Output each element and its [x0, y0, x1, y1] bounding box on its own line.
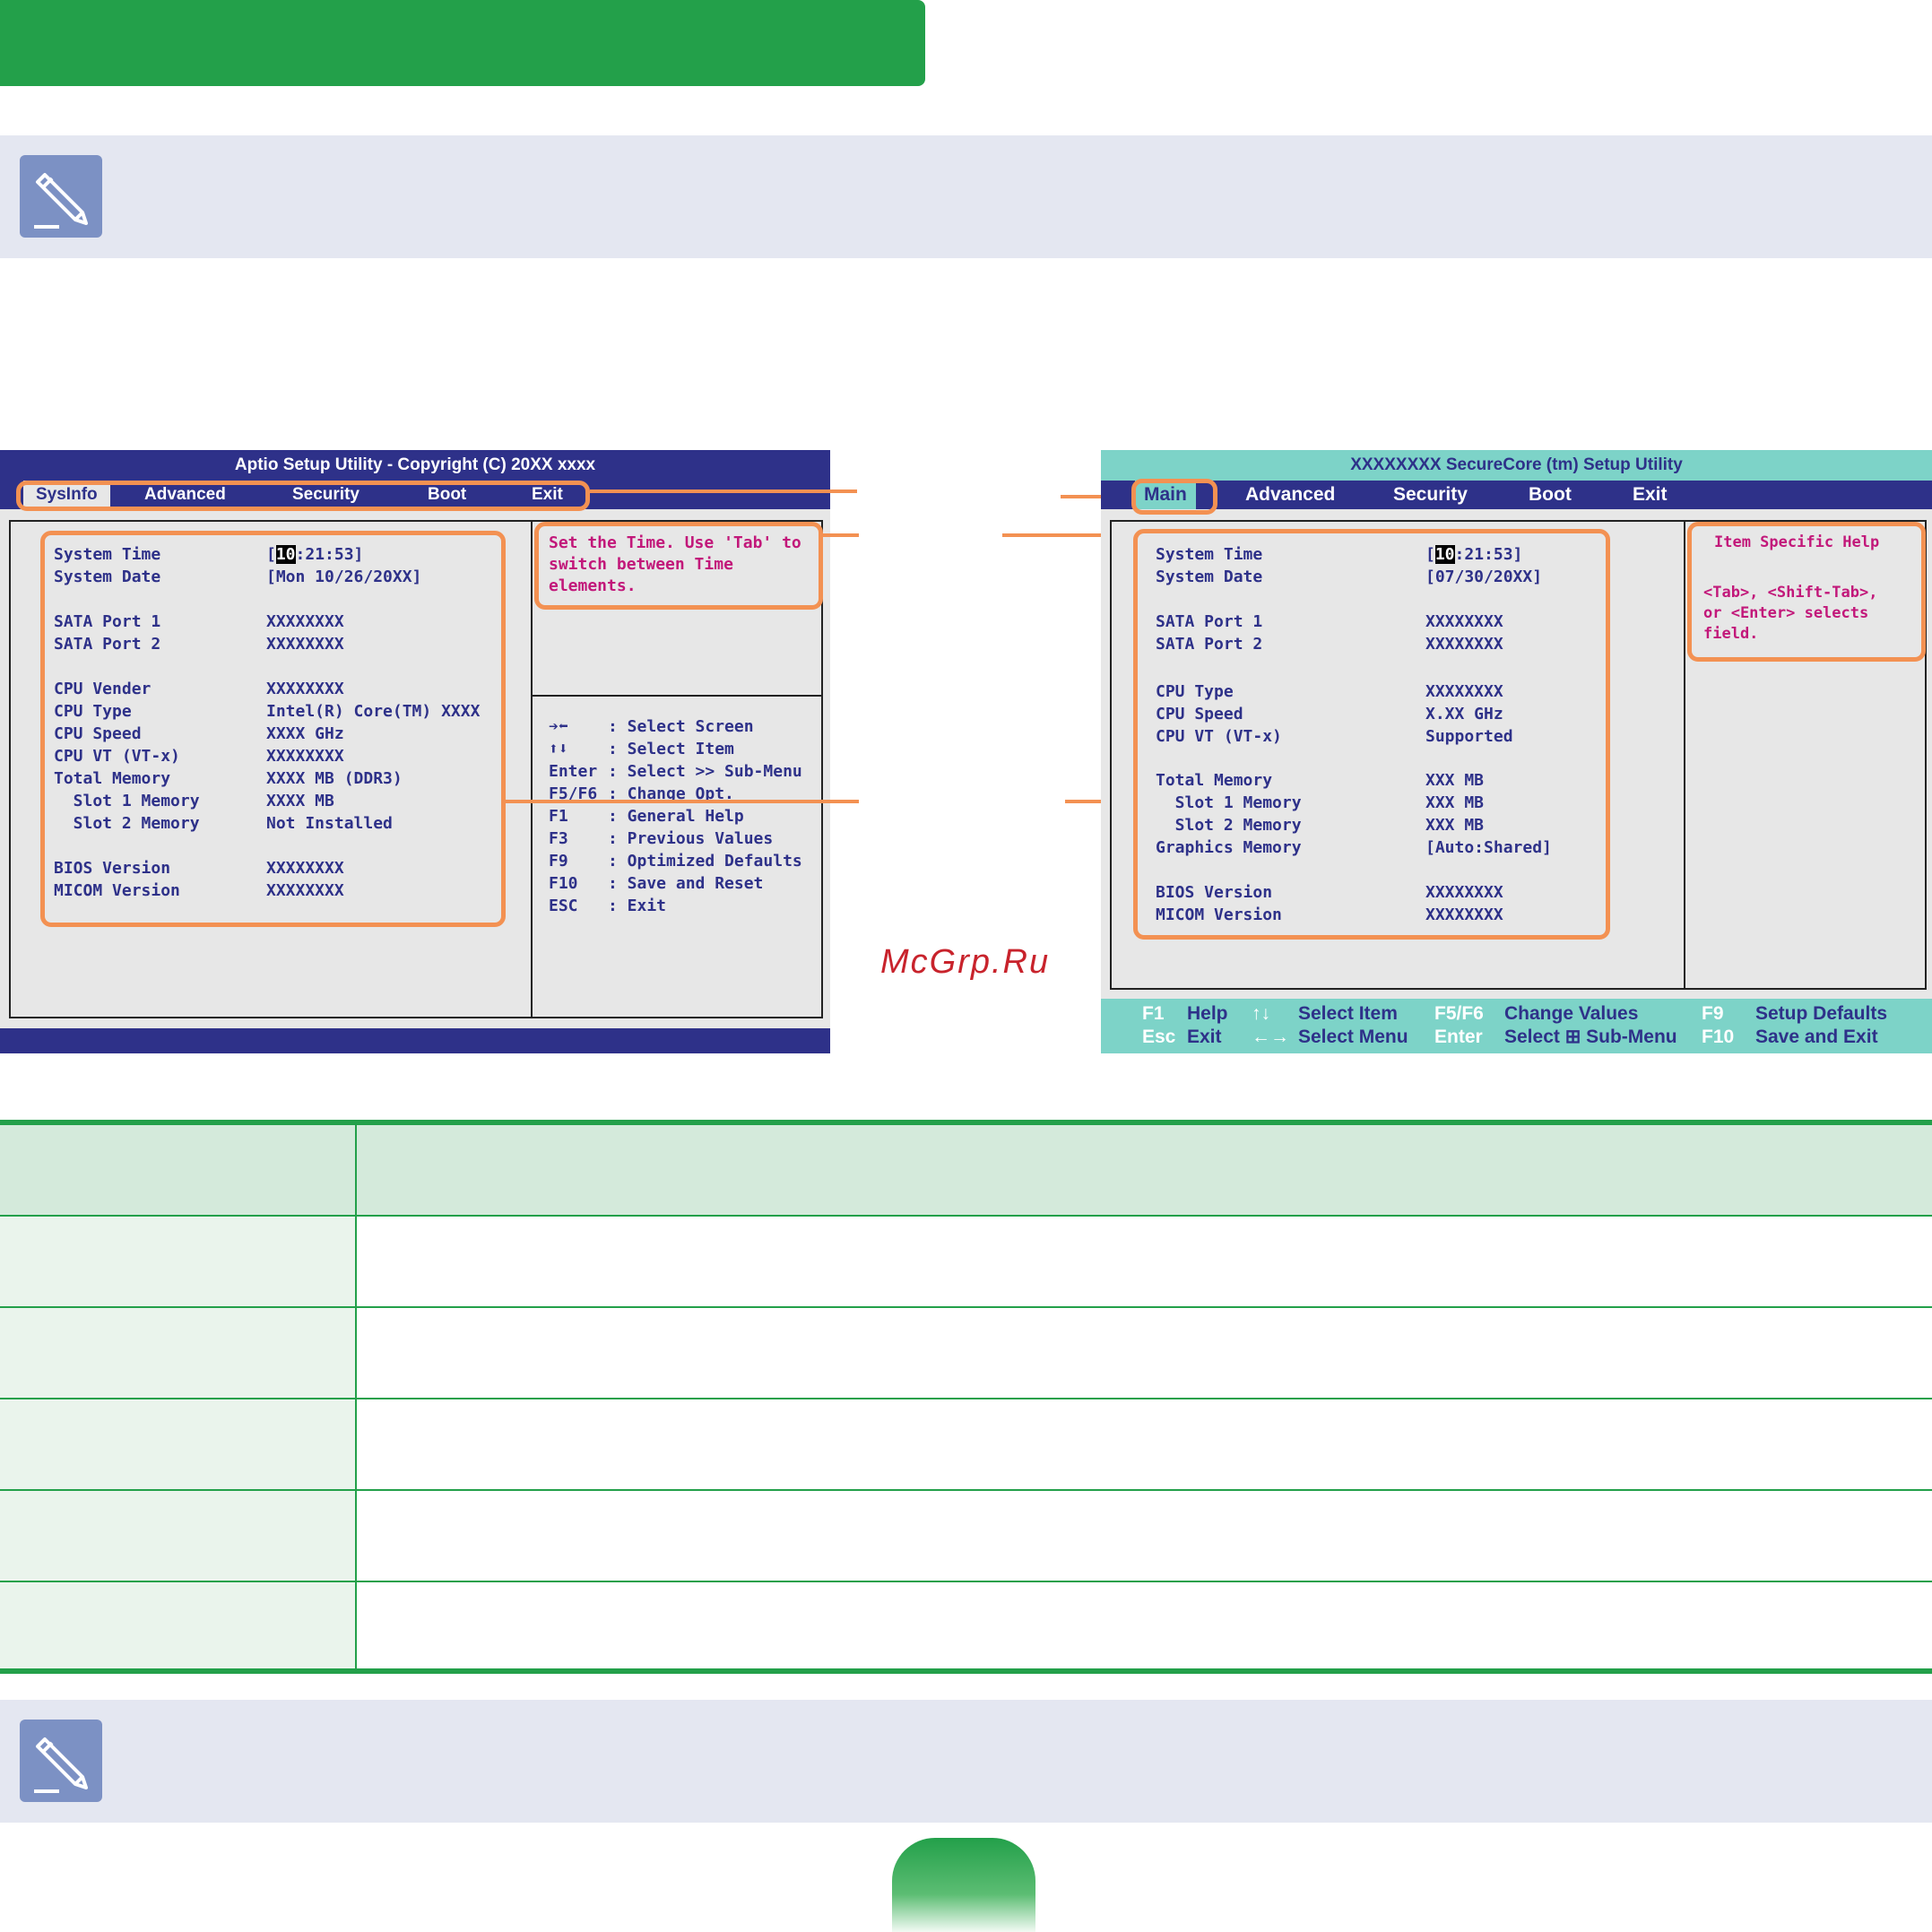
key-desc: Select ⊞ Sub-Menu — [1504, 1027, 1677, 1047]
table-cell — [355, 1217, 1932, 1306]
table-cell — [0, 1582, 355, 1672]
pencil-note-icon — [20, 1720, 102, 1802]
key-desc: : Select Screen — [608, 717, 754, 736]
callout-line-help — [823, 533, 859, 537]
table-row — [0, 1217, 1932, 1308]
note-band-top — [0, 135, 1932, 258]
bios-footer-bar: F1 Help ↑↓ Select Item F5/F6 Change Valu… — [1101, 999, 1932, 1053]
table-cell — [355, 1399, 1932, 1489]
table-cell — [355, 1582, 1932, 1672]
table-row — [0, 1399, 1932, 1491]
key-desc: : Optimized Defaults — [608, 852, 802, 871]
key-desc: Help — [1187, 1003, 1228, 1024]
table-cell — [0, 1217, 355, 1306]
bios-title: Aptio Setup Utility - Copyright (C) 20XX… — [0, 450, 830, 481]
arrow-up-down-icon: ↑↓ — [1252, 1003, 1270, 1024]
bios-divider — [1684, 522, 1685, 988]
key-f10: F10 — [1702, 1027, 1735, 1047]
bios-help-divider — [533, 695, 821, 697]
key-f1: F1 — [549, 807, 568, 826]
key-enter: Enter — [1434, 1027, 1483, 1047]
tab-security[interactable]: Security — [1393, 481, 1468, 509]
highlight-menu-box — [1131, 479, 1217, 515]
highlight-menu-box — [16, 481, 590, 511]
highlight-items-box — [40, 531, 506, 927]
key-desc: : General Help — [608, 807, 744, 826]
table-cell — [355, 1308, 1932, 1398]
tab-boot[interactable]: Boot — [1529, 481, 1572, 509]
key-desc: Setup Defaults — [1755, 1003, 1888, 1024]
key-desc: Select Item — [1298, 1003, 1398, 1024]
table-row — [0, 1582, 1932, 1672]
bios-menu-bar: Main Advanced Security Boot Exit — [1101, 481, 1932, 509]
watermark: McGrp.Ru — [880, 943, 1051, 981]
key-f1: F1 — [1142, 1003, 1165, 1024]
table-cell — [0, 1491, 355, 1581]
arrow-left-right-icon: ←→ — [1252, 1027, 1289, 1047]
table-cell — [0, 1399, 355, 1489]
table-header-row — [0, 1125, 1932, 1217]
table-header-cell — [0, 1125, 355, 1215]
table-row — [0, 1491, 1932, 1582]
section-title-bar — [0, 0, 925, 86]
pencil-note-icon — [20, 155, 102, 238]
bios-title: XXXXXXXX SecureCore (tm) Setup Utility — [1101, 450, 1932, 481]
key-desc: : Exit — [608, 897, 667, 915]
table-cell — [355, 1491, 1932, 1581]
bios-footer-bar — [0, 1028, 830, 1053]
highlight-help-box — [1687, 522, 1926, 662]
key-desc: Select Menu — [1298, 1027, 1408, 1047]
key-enter: Enter — [549, 762, 598, 781]
arrow-left-right-icon: ➔⬅ — [549, 717, 568, 736]
key-desc: Change Values — [1504, 1003, 1639, 1024]
key-desc: Save and Exit — [1755, 1027, 1878, 1047]
table-cell — [0, 1308, 355, 1398]
tab-exit[interactable]: Exit — [1633, 481, 1668, 509]
key-desc: Exit — [1187, 1027, 1222, 1047]
table-row — [0, 1308, 1932, 1399]
page-number-tab — [892, 1838, 1035, 1932]
key-f9: F9 — [1702, 1003, 1724, 1024]
bios-divider — [531, 522, 533, 1017]
highlight-help-box — [534, 522, 823, 610]
key-f5f6: F5/F6 — [1434, 1003, 1484, 1024]
key-f3: F3 — [549, 829, 568, 848]
highlight-items-box — [1133, 529, 1610, 940]
table-header-cell — [355, 1125, 1932, 1215]
key-desc: : Select >> Sub-Menu — [608, 762, 802, 781]
key-esc: ESC — [549, 897, 578, 915]
arrow-up-down-icon: ⬆⬇ — [549, 740, 568, 758]
key-f10: F10 — [549, 874, 578, 893]
key-desc: : Save and Reset — [608, 874, 764, 893]
key-desc: : Previous Values — [608, 829, 774, 848]
note-band-bottom — [0, 1700, 1932, 1823]
securecore-bios-screen: XXXXXXXX SecureCore (tm) Setup Utility M… — [1101, 450, 1932, 1053]
key-desc: : Select Item — [608, 740, 734, 758]
table-bottom-rule — [0, 1668, 1932, 1674]
callout-line-menu — [590, 489, 857, 493]
tab-advanced[interactable]: Advanced — [1245, 481, 1335, 509]
key-esc: Esc — [1142, 1027, 1176, 1047]
aptio-bios-screen: Aptio Setup Utility - Copyright (C) 20XX… — [0, 450, 830, 1053]
callout-line-items — [506, 800, 859, 803]
key-f9: F9 — [549, 852, 568, 871]
